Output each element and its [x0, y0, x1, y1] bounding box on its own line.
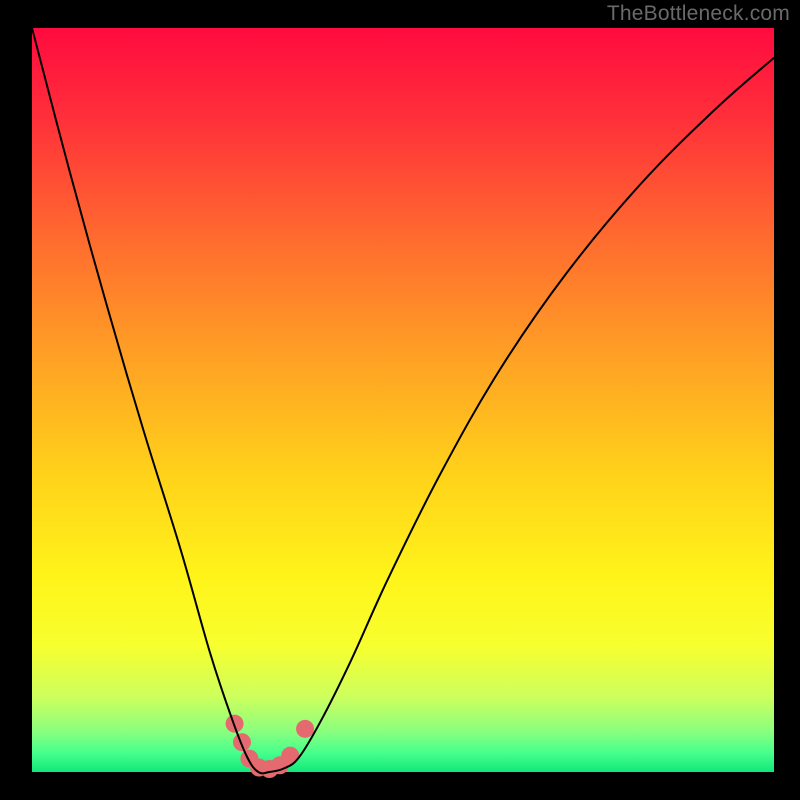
left-dot-2 [233, 733, 251, 751]
chart-frame: TheBottleneck.com [0, 0, 800, 800]
plot-background [32, 28, 774, 772]
right-dot-2 [296, 720, 314, 738]
watermark-text: TheBottleneck.com [607, 2, 790, 26]
bottleneck-chart [0, 0, 800, 800]
right-dot-1 [281, 747, 299, 765]
